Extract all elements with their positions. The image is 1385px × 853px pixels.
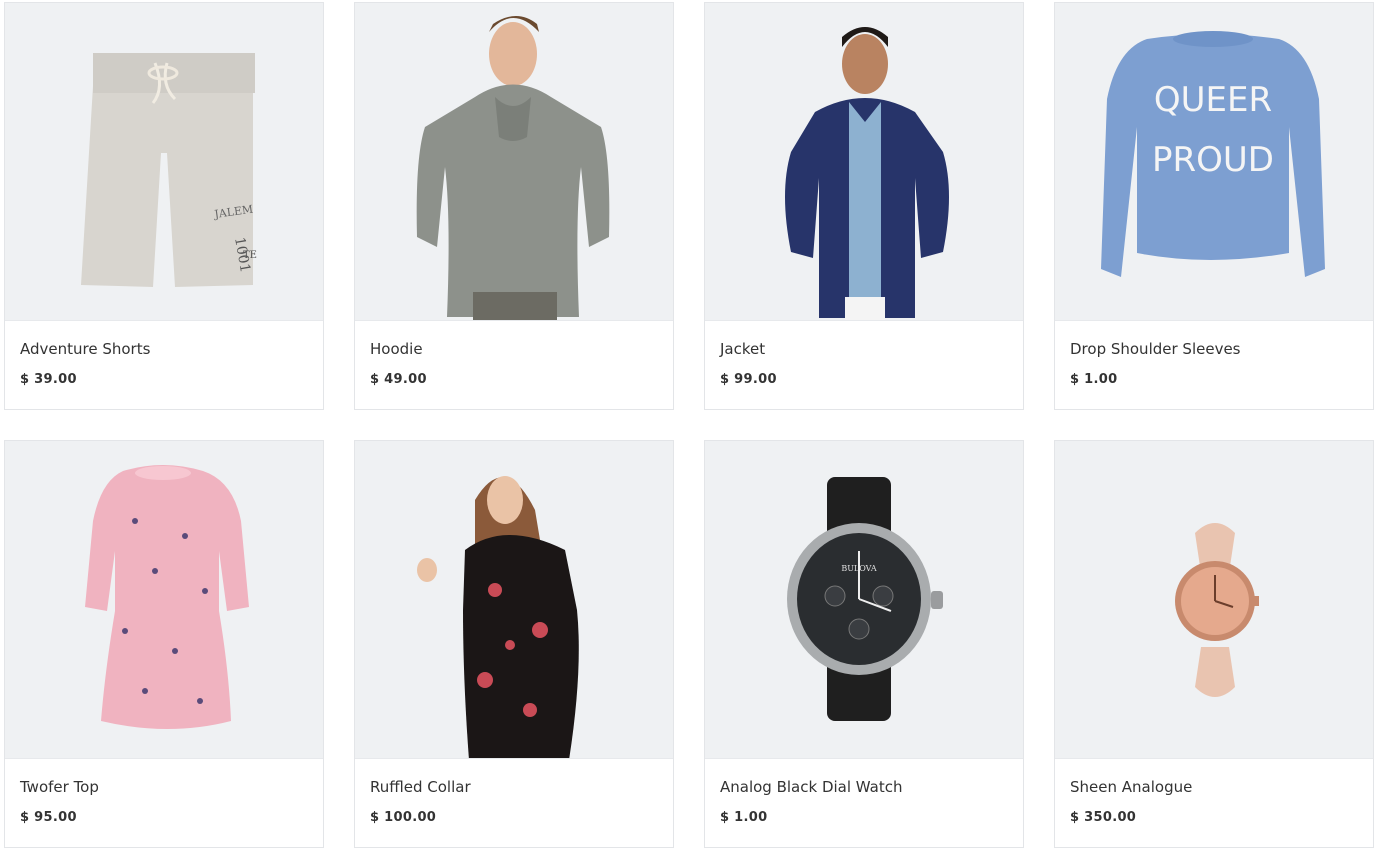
product-name[interactable]: Analog Black Dial Watch [720,777,1008,797]
product-price: $ 95.00 [20,810,77,825]
product-card-twofer-top[interactable]: Twofer Top $ 95.00 [4,440,324,848]
sweater-print-line2: PROUD [1152,140,1274,180]
product-grid: JALEM 1001 TE Adventure Shorts $ 39.00 H… [4,2,1374,848]
product-price: $ 350.00 [1070,810,1137,825]
svg-text:TE: TE [243,250,257,261]
product-card-jacket[interactable]: Jacket $ 99.00 [704,2,1024,410]
product-card-drop-shoulder-sleeves[interactable]: QUEER PROUD Drop Shoulder Sleeves $ 1.00 [1054,2,1374,410]
product-name[interactable]: Sheen Analogue [1070,777,1358,797]
product-card-adventure-shorts[interactable]: JALEM 1001 TE Adventure Shorts $ 39.00 [4,2,324,410]
product-name[interactable]: Ruffled Collar [370,777,658,797]
product-price: $ 99.00 [720,372,777,387]
sweater-image[interactable]: QUEER PROUD [1055,3,1373,321]
product-name[interactable]: Drop Shoulder Sleeves [1070,339,1358,359]
product-price: $ 49.00 [370,372,427,387]
product-name[interactable]: Twofer Top [20,777,308,797]
product-price: $ 100.00 [370,810,437,825]
black-watch-image[interactable]: BULOVA [705,441,1023,759]
product-card-ruffled-collar[interactable]: Ruffled Collar $ 100.00 [354,440,674,848]
floral-dress-image[interactable] [355,441,673,759]
shorts-image[interactable]: JALEM 1001 TE [5,3,323,321]
product-price: $ 39.00 [20,372,77,387]
product-name[interactable]: Hoodie [370,339,658,359]
product-price: $ 1.00 [1070,372,1118,387]
product-price: $ 1.00 [720,810,768,825]
jacket-image[interactable] [705,3,1023,321]
sweater-print-line1: QUEER [1154,80,1272,120]
product-card-sheen-analogue[interactable]: Sheen Analogue $ 350.00 [1054,440,1374,848]
rose-gold-watch-image[interactable] [1055,441,1373,759]
hoodie-image[interactable] [355,3,673,321]
dress-image[interactable] [5,441,323,759]
product-name[interactable]: Jacket [720,339,1008,359]
product-name[interactable]: Adventure Shorts [20,339,308,359]
product-card-hoodie[interactable]: Hoodie $ 49.00 [354,2,674,410]
product-card-analog-black-dial-watch[interactable]: BULOVA Analog Black Dial Watch $ 1.00 [704,440,1024,848]
